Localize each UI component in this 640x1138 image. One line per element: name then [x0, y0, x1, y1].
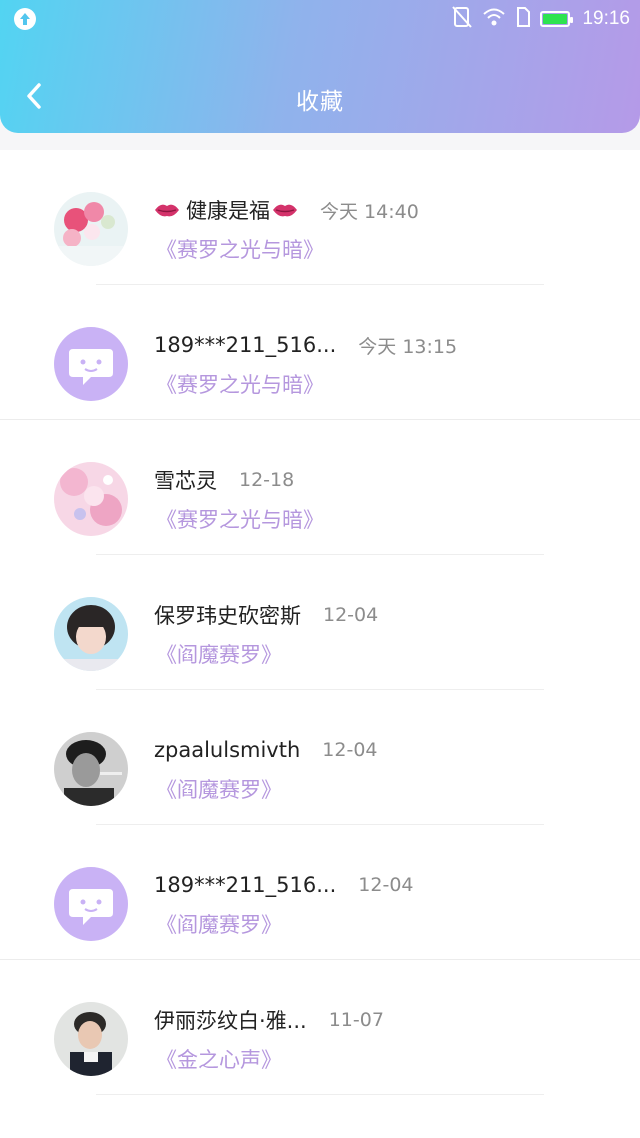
upload-icon: [14, 8, 36, 30]
list-item[interactable]: zpaalulsmivth 12-04 《阎魔赛罗》: [0, 690, 640, 825]
list-item[interactable]: 健康是福 今天 14:40 《赛罗之光与暗》: [0, 150, 640, 285]
user-name: 189***211_516...: [154, 873, 337, 897]
lips-icon: [273, 204, 297, 217]
list-item[interactable]: 189***211_516... 今天 13:15 《赛罗之光与暗》: [0, 285, 640, 420]
name-row: 189***211_516... 今天 13:15: [154, 329, 457, 361]
chat-bubble-icon: [69, 889, 113, 925]
user-name: 雪芯灵: [154, 469, 217, 493]
page-title: 收藏: [296, 89, 344, 115]
name-row: 雪芯灵 12-18: [154, 464, 294, 496]
battery-icon: [540, 11, 574, 27]
user-name: 健康是福: [186, 199, 270, 223]
name-row: 189***211_516... 12-04: [154, 869, 414, 901]
no-sim-icon: [452, 6, 473, 32]
avatar[interactable]: [54, 327, 128, 401]
favorites-list: 健康是福 今天 14:40 《赛罗之光与暗》 189***211_516... …: [0, 150, 640, 1138]
user-name: zpaalulsmivth: [154, 738, 301, 762]
work-title[interactable]: 《阎魔赛罗》: [156, 909, 282, 939]
avatar[interactable]: [54, 1002, 128, 1076]
list-item[interactable]: 伊丽莎纹白·雅... 11-07 《金之心声》: [0, 960, 640, 1095]
avatar[interactable]: [54, 732, 128, 806]
work-title[interactable]: 《赛罗之光与暗》: [156, 234, 324, 264]
timestamp: 12-04: [358, 874, 414, 896]
avatar[interactable]: [54, 867, 128, 941]
name-row: 保罗玮史砍密斯 12-04: [154, 599, 378, 631]
lips-icon: [155, 204, 179, 217]
work-title[interactable]: 《阎魔赛罗》: [156, 639, 282, 669]
chat-bubble-icon: [69, 349, 113, 385]
timestamp: 11-07: [328, 1009, 384, 1031]
user-name: 伊丽莎纹白·雅...: [154, 1009, 307, 1033]
timestamp: 12-04: [323, 604, 379, 626]
work-title[interactable]: 《赛罗之光与暗》: [156, 504, 324, 534]
header: 19:16 收藏: [0, 0, 640, 133]
avatar[interactable]: [54, 462, 128, 536]
timestamp: 12-04: [322, 739, 378, 761]
user-name: 189***211_516...: [154, 333, 337, 357]
sim-card-icon: [516, 7, 531, 31]
name-row: 伊丽莎纹白·雅... 11-07: [154, 1004, 384, 1036]
timestamp: 今天 14:40: [320, 200, 419, 223]
avatar[interactable]: [54, 597, 128, 671]
status-icons: 19:16: [452, 6, 630, 32]
work-title[interactable]: 《赛罗之光与暗》: [156, 369, 324, 399]
list-item[interactable]: 雪芯灵 12-18 《赛罗之光与暗》: [0, 420, 640, 555]
status-time: 19:16: [582, 8, 630, 29]
name-row: zpaalulsmivth 12-04: [154, 734, 378, 766]
wifi-icon: [482, 7, 506, 31]
list-item[interactable]: 保罗玮史砍密斯 12-04 《阎魔赛罗》: [0, 555, 640, 690]
nav-bar: 收藏: [0, 60, 640, 132]
work-title[interactable]: 《阎魔赛罗》: [156, 774, 282, 804]
name-row: 健康是福 今天 14:40: [154, 194, 419, 226]
battery-level: [543, 14, 568, 24]
list-item[interactable]: 189***211_516... 12-04 《阎魔赛罗》: [0, 825, 640, 960]
timestamp: 今天 13:15: [358, 335, 458, 358]
work-title[interactable]: 《金之心声》: [156, 1044, 282, 1074]
timestamp: 12-18: [239, 469, 295, 491]
user-name: 保罗玮史砍密斯: [154, 604, 301, 628]
status-bar: 19:16: [0, 0, 640, 38]
divider: [96, 1094, 544, 1095]
avatar[interactable]: [54, 192, 128, 266]
